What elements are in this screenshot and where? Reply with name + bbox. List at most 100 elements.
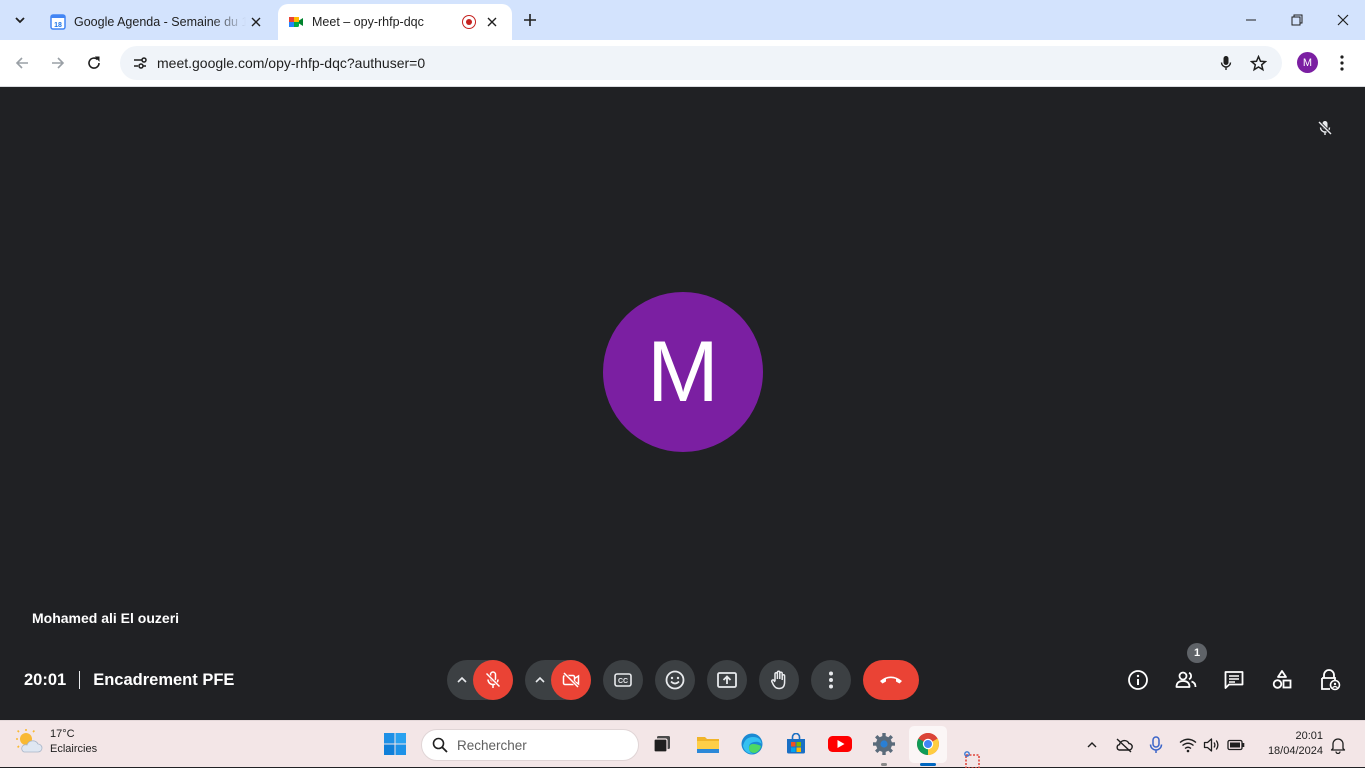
recording-indicator-icon	[462, 15, 476, 29]
weather-condition: Eclaircies	[50, 743, 98, 755]
battery-button[interactable]	[1226, 735, 1246, 755]
minimize-button[interactable]	[1228, 0, 1274, 40]
mic-off-icon	[485, 671, 501, 688]
address-bar[interactable]: meet.google.com/opy-rhfp-dqc?authuser=0	[120, 46, 1282, 80]
close-tab-button[interactable]	[482, 12, 502, 32]
reload-icon	[88, 56, 100, 69]
plus-icon	[524, 14, 536, 26]
more-vertical-icon	[1340, 55, 1344, 71]
call-controls-bar: CC 1	[0, 643, 1365, 700]
restore-icon	[1291, 14, 1303, 26]
chat-button[interactable]	[1214, 660, 1254, 700]
send-reaction-button[interactable]	[655, 660, 695, 700]
raise-hand-button[interactable]	[759, 660, 799, 700]
microsoft-store-icon	[787, 733, 805, 754]
svg-text:CC: CC	[618, 678, 628, 685]
youtube-button[interactable]	[824, 728, 856, 760]
back-button[interactable]	[8, 49, 36, 77]
camera-off-icon	[562, 671, 580, 689]
video-options-button[interactable]	[528, 660, 552, 700]
task-view-button[interactable]	[646, 728, 678, 760]
microsoft-store-button[interactable]	[780, 728, 812, 760]
audio-options-button[interactable]	[450, 660, 474, 700]
people-button[interactable]	[1166, 660, 1206, 700]
chrome-button[interactable]	[912, 728, 944, 760]
tab-search-button[interactable]	[6, 6, 34, 34]
chevron-down-icon	[15, 17, 25, 24]
profile-avatar[interactable]: M	[1297, 52, 1318, 73]
clock-time: 20:01	[1295, 730, 1323, 742]
reload-button[interactable]	[80, 49, 108, 77]
file-explorer-icon	[697, 737, 719, 753]
browser-menu-button[interactable]	[1334, 51, 1350, 75]
site-settings-icon	[134, 57, 147, 69]
network-button[interactable]	[1178, 735, 1198, 755]
close-icon	[1337, 14, 1349, 26]
close-window-button[interactable]	[1320, 0, 1365, 40]
wifi-icon	[1179, 738, 1197, 753]
captions-button[interactable]: CC	[603, 660, 643, 700]
emoji-icon	[665, 670, 685, 690]
tab-google-agenda[interactable]: 18 Google Agenda - Semaine du 1	[40, 4, 276, 40]
chrome-running-indicator	[920, 763, 936, 766]
site-info-button[interactable]	[128, 51, 152, 75]
taskbar-search[interactable]: Rechercher	[421, 729, 639, 761]
volume-button[interactable]	[1202, 735, 1222, 755]
close-icon	[251, 17, 261, 27]
youtube-icon	[828, 736, 852, 752]
camera-toggle-button[interactable]	[551, 660, 591, 700]
captions-icon: CC	[614, 673, 632, 687]
windows-taskbar: 17°C Eclaircies Rechercher 20:01 18/04/2…	[0, 720, 1365, 768]
people-icon	[1175, 671, 1197, 688]
weather-widget[interactable]: 17°C Eclaircies	[14, 727, 97, 757]
svg-text:18: 18	[54, 22, 62, 29]
meeting-details-button[interactable]	[1118, 660, 1158, 700]
settings-button[interactable]	[868, 728, 900, 760]
edge-icon	[741, 733, 763, 755]
meet-call-view: M Mohamed ali El ouzeri 20:01 Encadremen…	[0, 87, 1365, 720]
tab-meet[interactable]: Meet – opy-rhfp-dqc	[278, 4, 512, 40]
present-screen-button[interactable]	[707, 660, 747, 700]
show-hidden-icons-button[interactable]	[1082, 735, 1102, 755]
edge-button[interactable]	[736, 728, 768, 760]
arrow-left-icon	[15, 57, 28, 69]
close-tab-button[interactable]	[246, 12, 266, 32]
raise-hand-icon	[771, 670, 786, 690]
notifications-button[interactable]	[1328, 735, 1348, 755]
bell-icon	[1330, 738, 1346, 754]
microphone-in-use-button[interactable]	[1146, 735, 1166, 755]
bookmark-button[interactable]	[1246, 51, 1270, 75]
chevron-up-icon	[1087, 742, 1097, 748]
new-tab-button[interactable]	[518, 8, 542, 32]
tab-title: Google Agenda - Semaine du 1	[74, 15, 246, 29]
task-view-icon	[653, 736, 670, 753]
snipping-tool-button[interactable]	[956, 748, 986, 768]
start-button[interactable]	[379, 728, 411, 760]
onedrive-tray-button[interactable]	[1114, 735, 1134, 755]
microphone-toggle-button[interactable]	[473, 660, 513, 700]
voice-search-button[interactable]	[1214, 51, 1238, 75]
restore-button[interactable]	[1274, 0, 1320, 40]
browser-toolbar: meet.google.com/opy-rhfp-dqc?authuser=0 …	[0, 40, 1365, 87]
meet-icon	[289, 17, 303, 27]
host-controls-button[interactable]	[1310, 660, 1350, 700]
end-call-icon	[880, 676, 902, 684]
tab-title: Meet – opy-rhfp-dqc	[312, 15, 424, 29]
microphone-icon	[1220, 56, 1232, 70]
activities-button[interactable]	[1262, 660, 1302, 700]
calendar-icon: 18	[50, 14, 66, 30]
windows-start-icon	[384, 733, 406, 755]
present-screen-icon	[717, 672, 737, 688]
file-explorer-button[interactable]	[692, 728, 724, 760]
forward-button[interactable]	[44, 49, 72, 77]
star-icon	[1249, 54, 1267, 71]
leave-call-button[interactable]	[863, 660, 919, 700]
settings-icon	[873, 733, 895, 755]
system-clock[interactable]: 20:01 18/04/2024	[1256, 729, 1323, 759]
more-options-button[interactable]	[811, 660, 851, 700]
arrow-right-icon	[52, 57, 65, 69]
url-text[interactable]: meet.google.com/opy-rhfp-dqc?authuser=0	[157, 55, 425, 71]
snipping-tool-icon	[964, 751, 980, 768]
battery-icon	[1227, 739, 1245, 751]
browser-tab-strip: 18 Google Agenda - Semaine du 1 Meet – o…	[0, 0, 1365, 40]
